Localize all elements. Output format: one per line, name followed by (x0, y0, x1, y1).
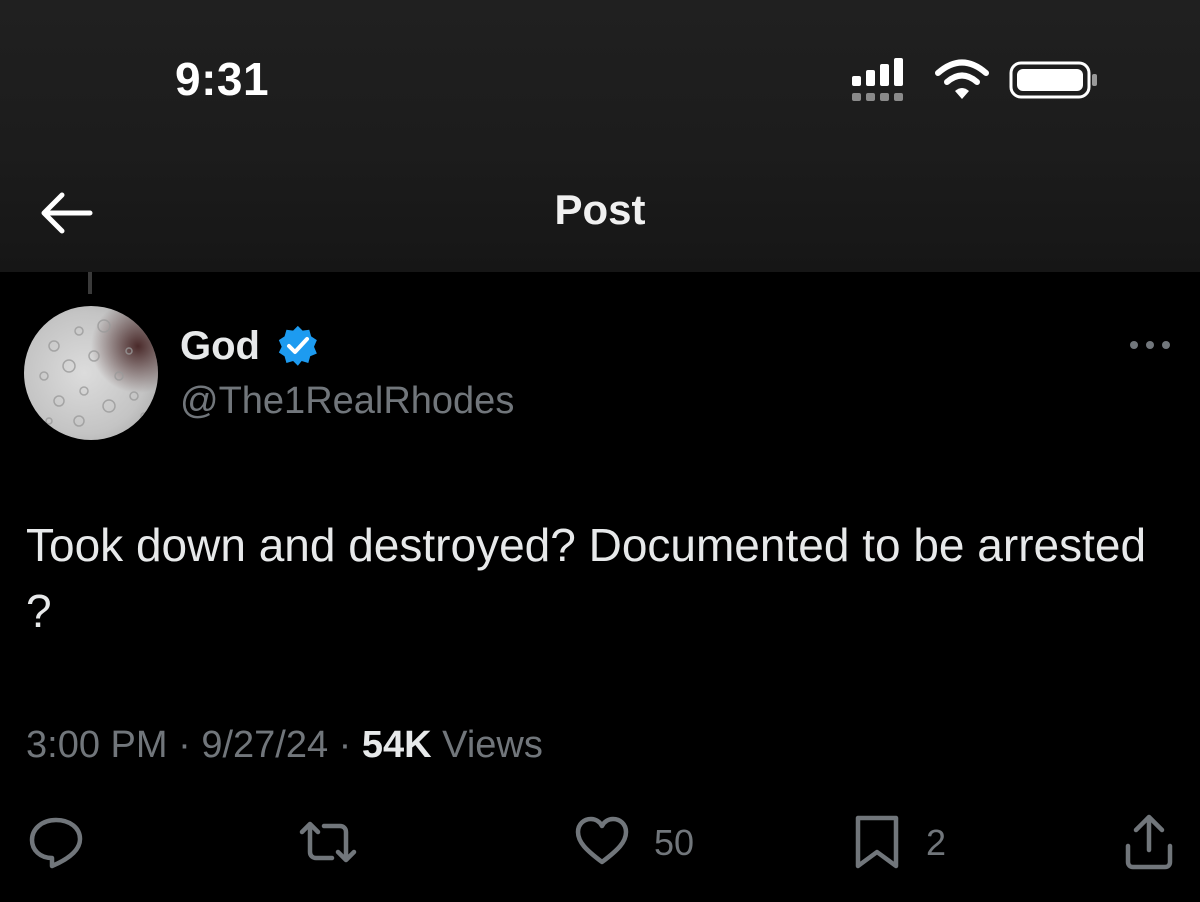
wifi-icon (935, 59, 989, 99)
reply-button[interactable] (26, 812, 86, 872)
author-display-name[interactable]: God (180, 324, 260, 369)
cellular-signal-icon (852, 58, 903, 101)
top-area: 9:31 Post (0, 0, 1200, 272)
heart-icon (575, 816, 629, 865)
post-time: 3:00 PM (26, 724, 168, 766)
status-bar: 9:31 (0, 0, 1200, 160)
thread-connector-line (88, 272, 92, 294)
battery-icon (1009, 61, 1097, 99)
share-button[interactable] (1122, 812, 1176, 872)
bookmark-button[interactable]: 2 (852, 812, 962, 872)
repost-button[interactable] (296, 812, 360, 872)
meta-separator: · (178, 724, 191, 766)
verified-badge-icon (278, 325, 317, 366)
share-icon (1125, 814, 1173, 870)
meta-separator: · (338, 724, 352, 766)
more-horizontal-icon (1130, 341, 1170, 349)
post-date: 9/27/24 (201, 724, 329, 766)
repost-icon (299, 821, 357, 863)
nav-bar: Post (0, 160, 1200, 272)
author-handle[interactable]: @The1RealRhodes (180, 380, 514, 423)
status-time: 9:31 (175, 53, 270, 105)
post-text: Took down and destroyed? Documented to b… (26, 519, 1147, 637)
more-options-button[interactable] (1124, 330, 1176, 360)
like-button[interactable]: 50 (572, 812, 712, 872)
reply-icon (29, 817, 83, 869)
bookmark-icon (855, 815, 899, 869)
views-label: Views (442, 724, 543, 766)
post-meta: 3:00 PM · 9/27/24 · 54K Views (26, 724, 543, 767)
like-count: 50 (654, 822, 695, 863)
views-count[interactable]: 54K (362, 724, 432, 766)
avatar[interactable] (24, 306, 158, 440)
page-title: Post (554, 186, 646, 233)
avatar-image (24, 306, 158, 440)
bookmark-count: 2 (926, 822, 947, 863)
